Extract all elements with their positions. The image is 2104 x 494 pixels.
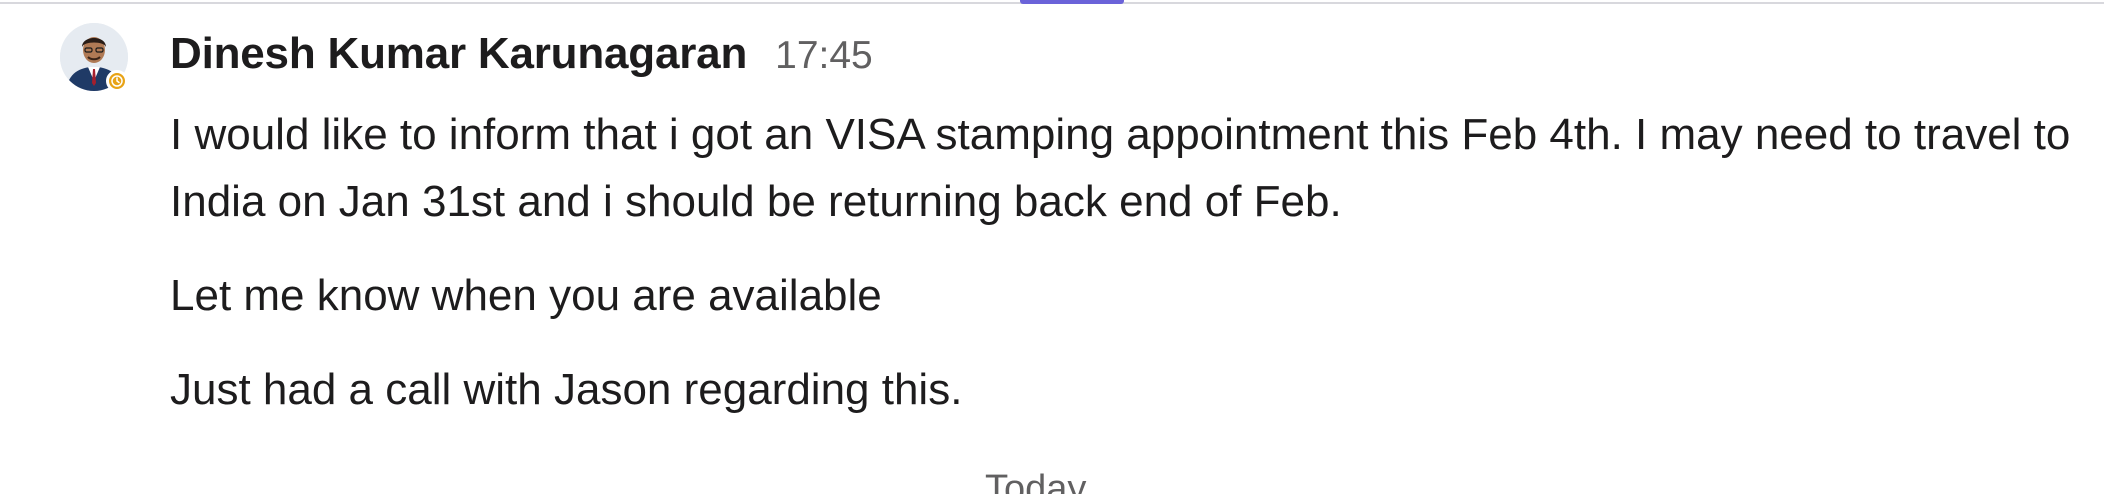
message-timestamp[interactable]: 17:45 xyxy=(775,34,873,78)
message-paragraph: Just had a call with Jason regarding thi… xyxy=(170,365,963,414)
message-header: Dinesh Kumar Karunagaran 17:45 xyxy=(170,29,873,79)
away-status-clock-icon xyxy=(106,70,128,92)
sender-name[interactable]: Dinesh Kumar Karunagaran xyxy=(170,29,747,79)
date-divider-label: Today xyxy=(985,468,1087,494)
message-body: I would like to inform that i got an VIS… xyxy=(170,101,2090,450)
message-paragraph: I would like to inform that i got an VIS… xyxy=(170,110,2071,226)
message-paragraph: Let me know when you are available xyxy=(170,271,882,320)
active-tab-indicator xyxy=(1020,0,1124,4)
